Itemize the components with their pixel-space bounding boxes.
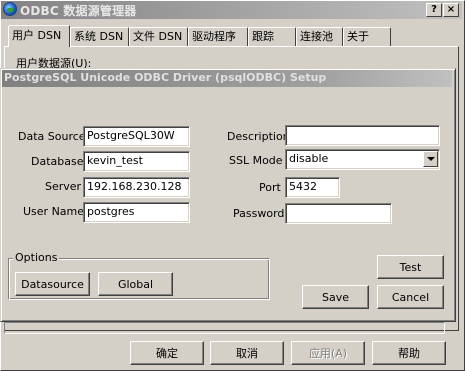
dialog-title-bar[interactable]: PostgreSQL Unicode ODBC Driver (psqlODBC… — [2, 70, 452, 87]
datasource-options-button[interactable]: Datasource — [15, 272, 90, 296]
password-label: Password — [233, 207, 285, 220]
tab-file-dsn[interactable]: 文件 DSN — [129, 27, 188, 46]
chevron-down-icon[interactable] — [423, 151, 438, 167]
tab-about[interactable]: 关于 — [343, 27, 391, 46]
description-field[interactable] — [285, 125, 440, 146]
help-title-button[interactable]: ? — [426, 3, 442, 17]
port-field[interactable]: 5432 — [285, 177, 340, 198]
outer-window-title: ODBC 数据源管理器 — [20, 4, 137, 18]
save-button[interactable]: Save — [302, 285, 369, 309]
user-name-label: User Name — [23, 205, 85, 218]
tab-user-dsn[interactable]: 用户 DSN — [8, 25, 70, 47]
server-field[interactable]: 192.168.230.128 — [83, 177, 190, 198]
data-source-field[interactable]: PostgreSQL30W — [83, 126, 190, 147]
test-button[interactable]: Test — [377, 255, 444, 279]
ssl-mode-value: disable — [289, 152, 329, 165]
description-label: Description — [227, 130, 290, 143]
user-name-field[interactable]: postgres — [83, 202, 190, 223]
port-label: Port — [259, 181, 281, 194]
apply-button[interactable]: 应用(A) — [291, 341, 365, 365]
tab-drivers[interactable]: 驱动程序 — [188, 27, 248, 46]
ok-button[interactable]: 确定 — [130, 341, 204, 365]
database-field[interactable]: kevin_test — [83, 151, 190, 172]
cancel-dialog-button[interactable]: Cancel — [377, 285, 444, 309]
ssl-mode-select[interactable]: disable — [285, 149, 440, 170]
tab-connection-pooling[interactable]: 连接池 — [296, 27, 343, 46]
dialog-title: PostgreSQL Unicode ODBC Driver (psqlODBC… — [4, 71, 327, 84]
odbc-globe-icon — [3, 2, 17, 16]
list-scroll-strip — [4, 322, 445, 334]
cancel-outer-button[interactable]: 取消 — [210, 341, 284, 365]
data-source-label: Data Source — [18, 130, 86, 143]
server-label: Server — [45, 180, 82, 193]
database-label: Database — [31, 155, 84, 168]
close-title-button[interactable]: × — [443, 3, 459, 17]
tab-tracing[interactable]: 跟踪 — [248, 27, 296, 46]
ssl-mode-label: SSL Mode — [229, 154, 283, 167]
global-options-button[interactable]: Global — [98, 272, 173, 296]
options-legend: Options — [13, 251, 60, 264]
password-field[interactable] — [285, 203, 392, 224]
tab-system-dsn[interactable]: 系统 DSN — [70, 27, 129, 46]
help-button[interactable]: 帮助 — [372, 341, 446, 365]
